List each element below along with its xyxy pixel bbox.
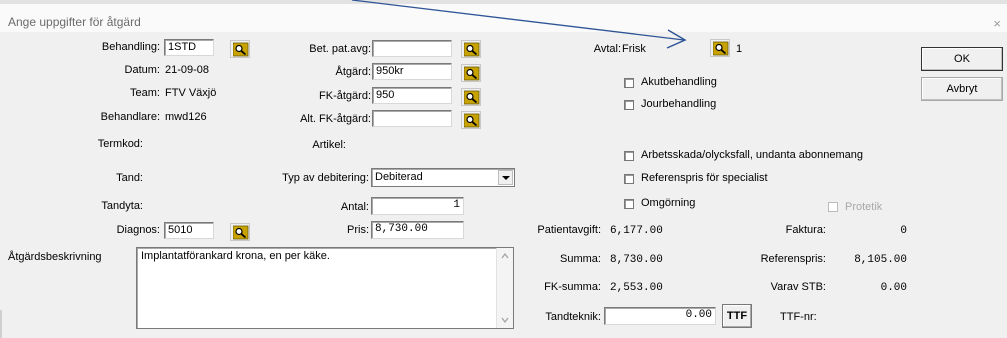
diagnos-lookup-button[interactable] <box>230 223 250 241</box>
pris-label: Pris: <box>347 224 369 236</box>
behandling-label: Behandling: <box>101 41 160 53</box>
chevron-down-icon[interactable] <box>498 170 513 185</box>
avtal-value: Frisk <box>622 43 646 55</box>
altfk-input[interactable] <box>372 110 452 127</box>
patientavgift-label: Patientavgift: <box>537 224 601 236</box>
fkatgard-lookup-button[interactable] <box>461 88 481 106</box>
behandling-lookup-button[interactable] <box>230 40 250 58</box>
beskrivning-text: Implantatförankard krona, en per käke. <box>141 250 330 262</box>
behandling-input[interactable]: 1STD <box>164 39 214 56</box>
arbete-checkbox[interactable] <box>624 151 634 161</box>
typ-label: Typ av debitering: <box>282 172 369 184</box>
protetik-label: Protetik <box>845 201 883 213</box>
ok-button[interactable]: OK <box>921 47 1003 71</box>
referens-checkbox[interactable] <box>624 174 634 184</box>
lookup-icon <box>464 113 480 128</box>
faktura-value: 0 <box>900 225 907 237</box>
diagnos-input[interactable]: 5010 <box>164 222 214 239</box>
referenspris-label: Referenspris: <box>760 253 826 265</box>
atgard-label: Åtgärd: <box>335 66 371 78</box>
team-value: FTV Växjö <box>165 87 217 99</box>
altfk-label: Alt. FK-åtgärd: <box>300 113 371 125</box>
atgard-lookup-button[interactable] <box>461 64 481 82</box>
termkod-label: Termkod: <box>97 138 143 150</box>
tand-label: Tand: <box>116 172 143 184</box>
lookup-icon <box>464 90 480 105</box>
jour-label: Jourbehandling <box>641 98 717 110</box>
summa-value: 8,730.00 <box>610 254 663 266</box>
avtal-count: 1 <box>736 43 743 55</box>
varav-value: 0.00 <box>880 282 907 294</box>
varav-label: Varav STB: <box>770 281 826 293</box>
lookup-icon <box>233 225 249 240</box>
scroll-up-icon[interactable] <box>501 252 509 260</box>
typ-selected: Debiterad <box>375 171 423 183</box>
beskrivning-scrollbar[interactable] <box>496 248 513 328</box>
akut-checkbox[interactable] <box>624 78 634 88</box>
avbryt-button[interactable]: Avbryt <box>921 77 1003 101</box>
summa-label: Summa: <box>560 253 601 265</box>
betpat-lookup-button[interactable] <box>461 40 481 58</box>
beskrivning-textarea[interactable]: Implantatförankard krona, en per käke. <box>136 247 514 329</box>
left-edge <box>0 310 2 338</box>
behandlare-value: mwd126 <box>165 111 207 123</box>
avtal-label: Avtal: <box>593 43 621 55</box>
betpat-input[interactable] <box>372 40 452 57</box>
akut-label: Akutbehandling <box>641 76 717 88</box>
lookup-icon <box>464 66 480 81</box>
fkatgard-input[interactable]: 950 <box>372 87 452 104</box>
ttfnr-label: TTF-nr: <box>780 311 817 323</box>
fksumma-label: FK-summa: <box>544 281 601 293</box>
datum-value: 21-09-08 <box>165 64 210 76</box>
referenspris-value: 8,105.00 <box>854 254 907 266</box>
ttf-button[interactable]: TTF <box>722 304 752 328</box>
team-label: Team: <box>130 87 160 99</box>
fkatgard-label: FK-åtgärd: <box>319 90 371 102</box>
artikel-label: Artikel: <box>312 139 346 151</box>
altfk-lookup-button[interactable] <box>461 111 481 129</box>
jour-checkbox[interactable] <box>624 100 634 110</box>
patientavgift-value: 6,177.00 <box>610 225 663 237</box>
omgorning-checkbox[interactable] <box>624 199 634 209</box>
lookup-icon <box>713 41 729 56</box>
tandteknik-label: Tandteknik: <box>545 311 601 323</box>
typ-select[interactable]: Debiterad <box>371 168 515 187</box>
lookup-icon <box>464 42 480 57</box>
beskrivning-label: Åtgärdsbeskrivning <box>8 251 102 263</box>
betpat-label: Bet. pat.avg: <box>309 43 371 55</box>
antal-input[interactable]: 1 <box>371 197 464 215</box>
fksumma-value: 2,553.00 <box>610 282 663 294</box>
arbete-label: Arbetsskada/olycksfall, undanta abonnema… <box>641 149 863 161</box>
avtal-lookup-button[interactable] <box>710 39 730 57</box>
faktura-label: Faktura: <box>785 224 826 236</box>
lookup-icon <box>233 42 249 57</box>
atgard-input[interactable]: 950kr <box>372 63 452 80</box>
behandlare-label: Behandlare: <box>100 111 160 123</box>
tandyta-label: Tandyta: <box>101 200 143 212</box>
datum-label: Datum: <box>124 64 160 76</box>
referens-label: Referenspris för specialist <box>641 172 768 184</box>
scroll-down-icon[interactable] <box>501 316 509 324</box>
protetik-checkbox[interactable] <box>828 202 838 212</box>
pris-input[interactable]: 8,730.00 <box>371 221 464 239</box>
tandteknik-input[interactable]: 0.00 <box>604 307 716 325</box>
antal-label: Antal: <box>340 201 369 213</box>
omgorning-label: Omgörning <box>641 197 696 209</box>
diagnos-label: Diagnos: <box>116 224 160 236</box>
